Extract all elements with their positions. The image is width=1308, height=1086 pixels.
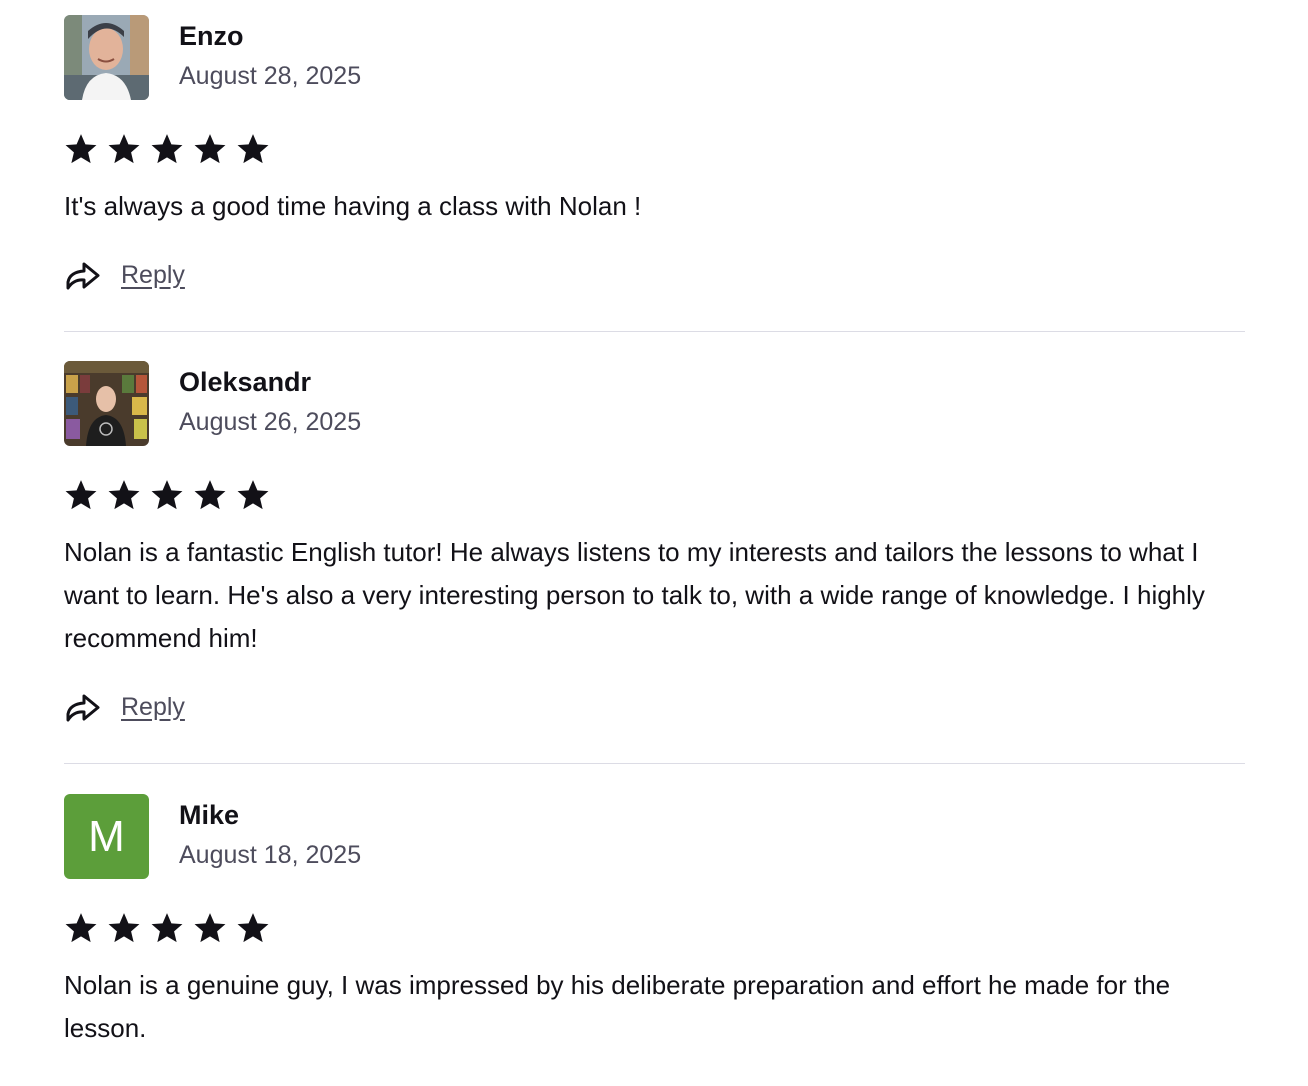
review-date: August 26, 2025 — [179, 408, 362, 436]
star-rating — [64, 476, 1245, 514]
reply-arrow-icon[interactable] — [64, 689, 102, 725]
avatar[interactable]: M — [64, 794, 149, 879]
star-icon — [151, 480, 183, 510]
review-text: Nolan is a genuine guy, I was impressed … — [64, 970, 1171, 1043]
star-icon — [108, 134, 140, 164]
reviewer-name: Oleksandr — [179, 367, 312, 397]
avatar-initial: M — [88, 811, 125, 861]
review-header: M Mike August 18, 2025 — [64, 794, 1245, 879]
avatar[interactable] — [64, 361, 149, 446]
reviewer-info: Mike August 18, 2025 — [179, 794, 361, 872]
star-icon — [65, 480, 97, 510]
star-rating — [64, 909, 1245, 947]
review-card: Enzo August 28, 2025 It's always a good … — [64, 0, 1245, 332]
star-icon — [65, 913, 97, 943]
review-card: Oleksandr August 26, 2025 Nolan is a fan… — [64, 332, 1245, 764]
reply-link[interactable]: Reply — [121, 261, 185, 290]
review-card: M Mike August 18, 2025 Nolan is a genuin… — [64, 764, 1245, 1084]
review-header: Oleksandr August 26, 2025 — [64, 361, 1245, 446]
reply-action[interactable]: Reply — [64, 255, 1245, 295]
review-list: Enzo August 28, 2025 It's always a good … — [64, 0, 1245, 1084]
review-text: It's always a good time having a class w… — [64, 191, 642, 221]
review-header: Enzo August 28, 2025 — [64, 15, 1245, 100]
star-icon — [65, 134, 97, 164]
star-icon — [194, 134, 226, 164]
star-icon — [151, 913, 183, 943]
review-text: Nolan is a fantastic English tutor! He a… — [64, 537, 1205, 653]
star-rating — [64, 130, 1245, 168]
star-icon — [237, 134, 269, 164]
reviewer-info: Oleksandr August 26, 2025 — [179, 361, 361, 439]
star-icon — [151, 134, 183, 164]
star-icon — [237, 913, 269, 943]
reply-action[interactable]: Reply — [64, 687, 1245, 727]
avatar-photo — [64, 361, 149, 446]
star-icon — [108, 480, 140, 510]
reply-arrow-icon[interactable] — [64, 257, 102, 293]
review-date: August 28, 2025 — [179, 62, 362, 90]
reviewer-info: Enzo August 28, 2025 — [179, 15, 361, 93]
reply-link[interactable]: Reply — [121, 693, 185, 722]
review-date: August 18, 2025 — [179, 841, 362, 869]
star-icon — [237, 480, 269, 510]
reviewer-name: Enzo — [179, 21, 244, 51]
avatar-photo — [64, 15, 149, 100]
avatar[interactable] — [64, 15, 149, 100]
star-icon — [194, 480, 226, 510]
star-icon — [194, 913, 226, 943]
star-icon — [108, 913, 140, 943]
reviewer-name: Mike — [179, 800, 240, 830]
